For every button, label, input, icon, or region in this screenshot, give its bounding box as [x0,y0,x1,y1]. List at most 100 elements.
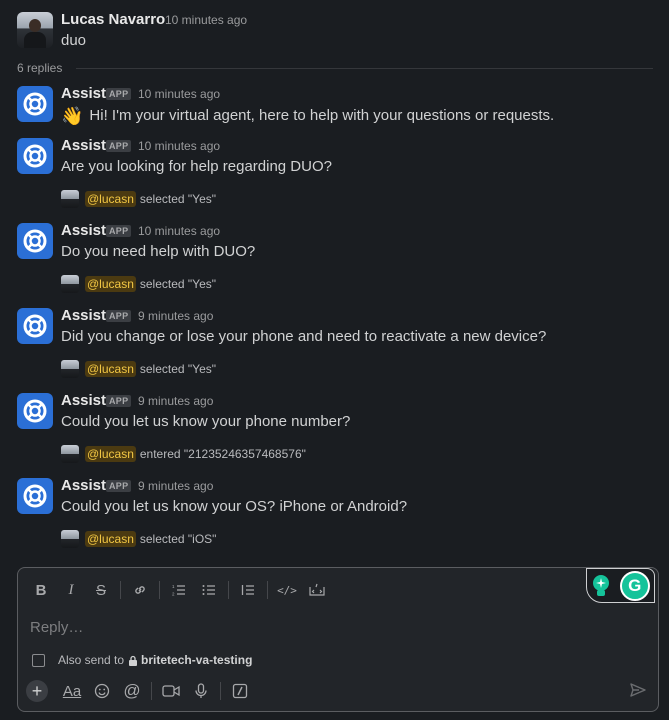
slash-icon [232,683,248,699]
at-sign-icon: @ [123,681,141,700]
strikethrough-icon: S [95,581,106,599]
sender-name[interactable]: Assist [61,222,106,239]
user-mention[interactable]: @lucasn [85,446,136,462]
send-button[interactable] [630,683,646,702]
mini-user-avatar[interactable] [61,360,79,378]
plus-icon: + [31,680,43,701]
lightbulb-icon[interactable] [591,574,611,598]
bullet-list-button[interactable] [194,578,224,602]
mention-button[interactable]: @ [117,679,147,703]
assist-bot-avatar[interactable] [17,86,53,122]
assist-bot-avatar[interactable] [17,308,53,344]
toolbar-divider [267,581,268,599]
microphone-icon [195,683,207,698]
also-send-checkbox[interactable] [32,653,45,667]
sender-name[interactable]: Assist [61,85,106,102]
also-send-label: Also send to [58,653,125,667]
lifebuoy-icon [23,399,47,423]
author-name[interactable]: Lucas Navarro [61,11,165,28]
message-timestamp[interactable]: 9 minutes ago [138,309,213,323]
user-mention[interactable]: @lucasn [85,531,136,547]
user-mention[interactable]: @lucasn [85,361,136,377]
reply-message: Assist APP 10 minutes ago Do you need he… [17,222,657,303]
app-badge: APP [106,88,132,100]
lifebuoy-icon [23,314,47,338]
bold-icon: B [35,581,47,599]
replies-count: 6 replies [17,61,63,75]
formatting-toolbar: B I S 12 </> [26,578,332,602]
lifebuoy-icon [23,144,47,168]
grammarly-widget: G [586,568,655,603]
sender-name[interactable]: Assist [61,477,106,494]
reply-message: Assist APP 9 minutes ago Could you let u… [17,392,657,473]
composer-actions: + Aa @ [26,679,255,703]
sender-name[interactable]: Assist [61,137,106,154]
assist-bot-avatar[interactable] [17,223,53,259]
mini-user-avatar[interactable] [61,190,79,208]
app-badge: APP [106,140,132,152]
toolbar-divider [120,581,121,599]
channel-label: britetech-va-testing [141,653,253,667]
action-text: selected "Yes" [139,277,216,291]
lock-icon [129,655,138,666]
emoji-button[interactable] [87,679,117,703]
microphone-button[interactable] [186,679,216,703]
assist-bot-avatar[interactable] [17,478,53,514]
code-block-button[interactable] [302,578,332,602]
link-icon [135,586,145,594]
video-icon [162,685,180,697]
message-timestamp[interactable]: 10 minutes ago [138,87,220,101]
italic-icon: I [68,581,74,598]
reply-message: Assist APP 9 minutes ago Could you let u… [17,477,657,558]
wave-emoji-icon: 👋 [61,106,84,126]
also-send-option: Also send to britetech-va-testing [32,653,252,667]
toolbar-divider [228,581,229,599]
mini-user-avatar[interactable] [61,445,79,463]
sender-name[interactable]: Assist [61,307,106,324]
message-timestamp[interactable]: 10 minutes ago [165,13,247,27]
mini-user-avatar[interactable] [61,275,79,293]
bold-button[interactable]: B [26,578,56,602]
italic-button[interactable]: I [56,578,86,602]
assist-bot-avatar[interactable] [17,138,53,174]
attach-plus-button[interactable]: + [26,680,48,702]
blockquote-button[interactable] [233,578,263,602]
user-mention[interactable]: @lucasn [85,276,136,292]
action-text: entered "21235246357468576" [139,447,306,461]
message-timestamp[interactable]: 9 minutes ago [138,394,213,408]
grammarly-icon[interactable]: G [619,570,650,601]
sender-name[interactable]: Assist [61,392,106,409]
link-button[interactable] [125,578,155,602]
shortcuts-button[interactable] [225,679,255,703]
svg-text:1: 1 [172,584,175,589]
action-context: @lucasn entered "21235246357468576" [61,445,306,463]
message-timestamp[interactable]: 10 minutes ago [138,224,220,238]
assist-bot-avatar[interactable] [17,393,53,429]
mini-user-avatar[interactable] [61,530,79,548]
message-text: duo [61,32,87,49]
ordered-list-button[interactable]: 12 [164,578,194,602]
strikethrough-button[interactable]: S [86,578,116,602]
action-context: @lucasn selected "Yes" [61,190,216,208]
message-timestamp[interactable]: 10 minutes ago [138,139,220,153]
message-text: Could you let us know your OS? iPhone or… [61,498,408,515]
code-button[interactable]: </> [272,578,302,602]
app-badge: APP [106,225,132,237]
action-text: selected "Yes" [139,362,216,376]
reply-input[interactable]: Reply… [30,619,83,636]
app-badge: APP [106,480,132,492]
user-mention[interactable]: @lucasn [85,191,136,207]
format-text-button[interactable]: Aa [57,679,87,703]
emoji-icon [94,683,110,699]
lifebuoy-icon [23,484,47,508]
lifebuoy-icon [23,229,47,253]
video-button[interactable] [156,679,186,703]
message-timestamp[interactable]: 9 minutes ago [138,479,213,493]
message-text: Could you let us know your phone number? [61,413,351,430]
user-avatar[interactable] [17,12,53,48]
message-text: 👋 Hi! I'm your virtual agent, here to hel… [61,106,554,127]
toolbar-divider [159,581,160,599]
toolbar-divider [151,682,152,700]
app-badge: APP [106,310,132,322]
app-badge: APP [106,395,132,407]
